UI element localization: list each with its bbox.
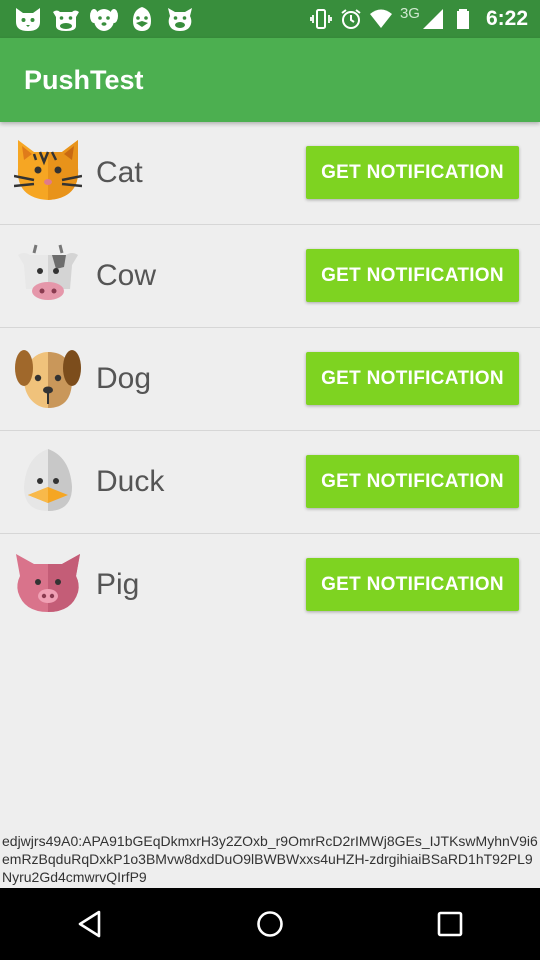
app-bar: PushTest (0, 38, 540, 122)
back-icon (78, 910, 101, 938)
get-notification-button[interactable]: GET NOTIFICATION (306, 558, 519, 611)
get-notification-button[interactable]: GET NOTIFICATION (306, 249, 519, 302)
duck-face-icon (133, 7, 151, 31)
list-item: Pig GET NOTIFICATION (0, 534, 540, 636)
list-item: Dog GET NOTIFICATION (0, 328, 540, 431)
cow-icon (18, 244, 78, 300)
dog-face-icon (90, 9, 118, 31)
recents-icon (437, 911, 463, 937)
signal-icon (422, 9, 443, 29)
list-item: Cow GET NOTIFICATION (0, 225, 540, 328)
animal-name: Dog (96, 362, 152, 395)
home-icon (257, 911, 283, 937)
clock: 6:22 (485, 7, 528, 30)
animal-list: Cat GET NOTIFICATION Cow GET NOTIFICATIO… (0, 122, 540, 636)
app-title: PushTest (24, 64, 144, 95)
network-type-label: 3G (399, 4, 420, 22)
alarm-icon (341, 9, 361, 29)
navigation-bar (0, 888, 540, 960)
list-item: Cat GET NOTIFICATION (0, 122, 540, 225)
animal-name: Cat (96, 156, 143, 189)
wifi-icon (369, 9, 392, 28)
cat-face-icon (16, 8, 40, 31)
animal-name: Duck (96, 465, 165, 498)
pig-icon (16, 554, 80, 612)
get-notification-button[interactable]: GET NOTIFICATION (306, 455, 519, 508)
pig-face-icon (168, 8, 192, 31)
system-status: 3G 6:22 (310, 4, 528, 31)
get-notification-button[interactable]: GET NOTIFICATION (306, 146, 519, 199)
get-notification-button[interactable]: GET NOTIFICATION (306, 352, 519, 405)
dog-icon (15, 350, 81, 408)
vibrate-icon (310, 9, 332, 29)
back-button[interactable] (60, 894, 120, 954)
notification-icons (14, 6, 194, 32)
status-bar: 3G 6:22 (0, 0, 540, 38)
cat-icon (14, 140, 82, 200)
battery-icon (456, 9, 469, 29)
duck-icon (24, 449, 72, 511)
push-token-text: edjwjrs49A0:APA91bGEqDkmxrH3y2ZOxb_r9Omr… (2, 833, 538, 885)
animal-name: Cow (96, 259, 157, 292)
animal-name: Pig (96, 568, 140, 601)
recents-button[interactable] (420, 894, 480, 954)
cow-face-icon (53, 10, 79, 31)
list-item: Duck GET NOTIFICATION (0, 431, 540, 534)
home-button[interactable] (240, 894, 300, 954)
